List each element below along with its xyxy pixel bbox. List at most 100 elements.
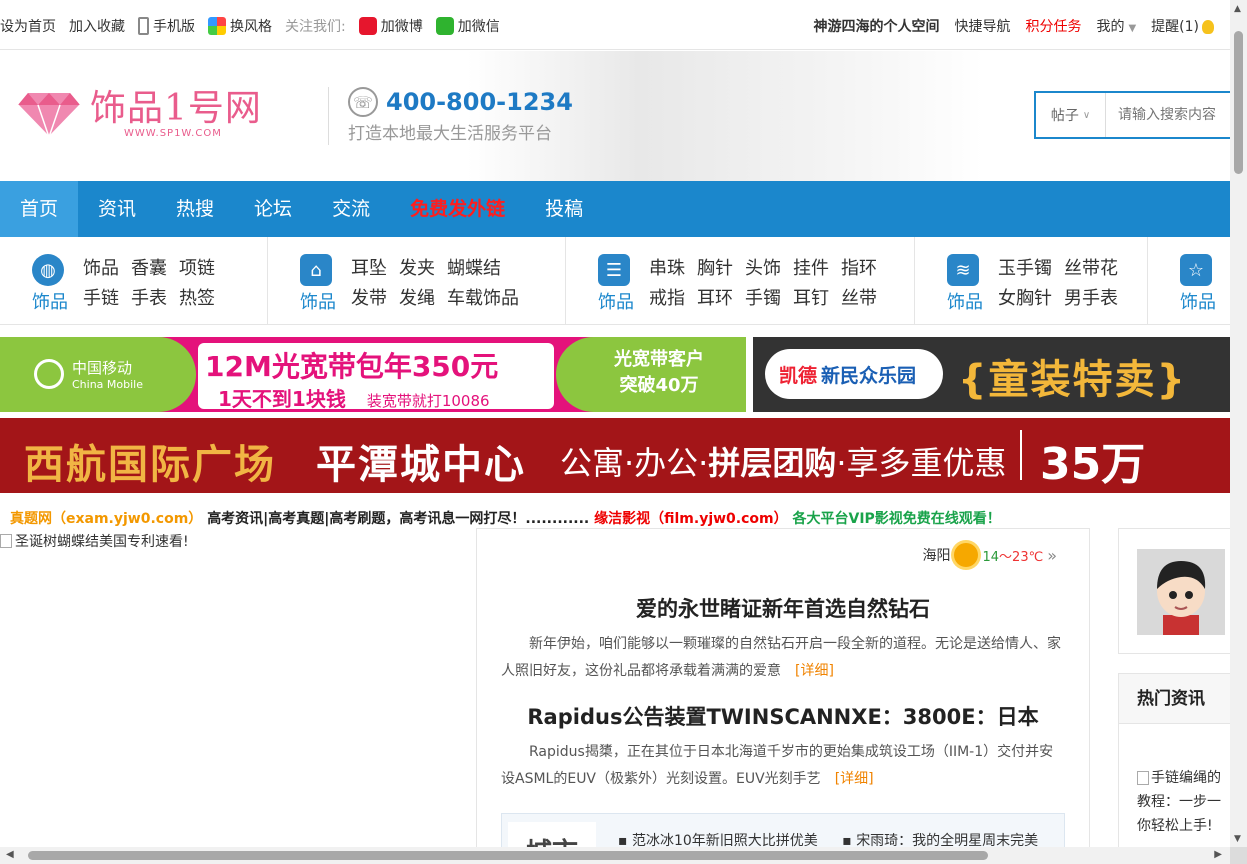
kids-wear-banner[interactable]: 凯德 新民众乐园 {童装特卖} bbox=[753, 337, 1230, 412]
vertical-scroll-thumb[interactable] bbox=[1234, 31, 1243, 174]
mobile-version-link[interactable]: 手机版 bbox=[138, 16, 195, 36]
remind-label: 提醒(1) bbox=[1151, 19, 1199, 35]
category-link[interactable]: 香囊 bbox=[131, 254, 167, 280]
category-link[interactable]: 男手表 bbox=[1064, 284, 1118, 310]
site-logo[interactable]: 饰品1号网 WWW.SP1W.COM bbox=[16, 89, 262, 139]
change-skin-label: 换风格 bbox=[230, 19, 272, 35]
category-link[interactable]: 女胸针 bbox=[998, 284, 1052, 310]
ticker-site1[interactable]: 真题网（exam.yjw0.com） bbox=[10, 511, 202, 527]
article-more-link[interactable]: [详细] bbox=[795, 663, 834, 679]
kids-wear-title: {童装特卖} bbox=[958, 357, 1187, 403]
search-input[interactable] bbox=[1106, 93, 1230, 137]
nav-item-home[interactable]: 首页 bbox=[0, 181, 79, 237]
article-title[interactable]: Rapidus公告装置TWINSCANNXE：3800E：日本 bbox=[501, 701, 1065, 731]
category-link[interactable]: 手表 bbox=[131, 284, 167, 310]
change-skin-link[interactable]: 换风格 bbox=[208, 16, 272, 36]
weibo-icon bbox=[358, 17, 377, 35]
scrollbar-corner bbox=[1230, 847, 1247, 864]
category-label[interactable]: 饰品 bbox=[598, 288, 634, 314]
wechat-link[interactable]: 加微信 bbox=[435, 16, 500, 36]
category-link[interactable]: 挂件 bbox=[793, 254, 829, 280]
add-favorite-link[interactable]: 加入收藏 bbox=[69, 16, 125, 36]
article-summary: Rapidus揭橥，正在其位于日本北海道千岁市的更始集成筑设工场（IIM-1）交… bbox=[501, 739, 1065, 793]
category-label[interactable]: 饰品 bbox=[1180, 288, 1216, 314]
category-label[interactable]: 饰品 bbox=[947, 288, 983, 314]
category-link[interactable]: 耳坠 bbox=[351, 254, 387, 280]
vertical-scrollbar[interactable]: ▲ ▼ bbox=[1230, 0, 1247, 864]
wechat-label: 加微信 bbox=[457, 19, 500, 35]
quick-nav-link[interactable]: 快捷导航 bbox=[954, 16, 1010, 36]
category-link[interactable]: 项链 bbox=[179, 254, 215, 280]
nav-item-submit[interactable]: 投稿 bbox=[525, 181, 603, 237]
horizontal-scroll-thumb[interactable] bbox=[28, 851, 988, 860]
banner3-price: 35万 bbox=[1040, 439, 1146, 490]
wechat-icon bbox=[435, 17, 454, 35]
category-row: 女胸针 男手表 bbox=[998, 284, 1130, 310]
search-type-select[interactable]: 帖子 ∨ bbox=[1036, 93, 1106, 137]
globe-icon: ◍ bbox=[32, 254, 64, 286]
site-slogan: 打造本地最大生活服务平台 bbox=[348, 124, 552, 144]
set-home-link[interactable]: 设为首页 bbox=[0, 16, 56, 36]
category-link[interactable]: 胸针 bbox=[697, 254, 733, 280]
search-box: 帖子 ∨ bbox=[1034, 91, 1230, 139]
category-link[interactable]: 发带 bbox=[351, 284, 387, 310]
weibo-link[interactable]: 加微博 bbox=[358, 16, 423, 36]
category-link[interactable]: 耳钉 bbox=[793, 284, 829, 310]
article-summary-text: 新年伊始，咱们能够以一颗璀璨的自然钻石开启一段全新的道程。无论是送给情人、家人照… bbox=[501, 636, 1061, 679]
category-link[interactable]: 丝带花 bbox=[1064, 254, 1118, 280]
category-link[interactable]: 饰品 bbox=[83, 254, 119, 280]
horizontal-scrollbar[interactable]: ◀ ▶ bbox=[0, 847, 1230, 864]
category-link[interactable]: 耳环 bbox=[697, 284, 733, 310]
weather-low: 14 bbox=[982, 549, 1000, 565]
scroll-left-arrow-icon[interactable]: ◀ bbox=[6, 849, 14, 860]
category-link[interactable]: 发绳 bbox=[399, 284, 435, 310]
category-link[interactable]: 车载饰品 bbox=[447, 284, 519, 310]
points-task-link[interactable]: 积分任务 bbox=[1025, 16, 1081, 36]
nav-item-exchange[interactable]: 交流 bbox=[312, 181, 390, 237]
article-title[interactable]: 爱的永世睹证新年首选自然钻石 bbox=[501, 593, 1065, 623]
category-link[interactable]: 头饰 bbox=[745, 254, 781, 280]
hot-news-item[interactable]: 手链编绳的 教程：一步一 你轻松上手! bbox=[1137, 766, 1231, 838]
ticker-text2[interactable]: 各大平台VIP影视免费在线观看！ bbox=[793, 511, 1001, 527]
banner-right-line1: 光宽带客户 bbox=[614, 349, 704, 370]
nav-item-hot-search[interactable]: 热搜 bbox=[156, 181, 234, 237]
category-link[interactable]: 指环 bbox=[841, 254, 877, 280]
weather-widget[interactable]: 海阳 14～23℃ » bbox=[922, 543, 1057, 567]
article-more-link[interactable]: [详细] bbox=[835, 771, 874, 787]
category-link[interactable]: 蝴蝶结 bbox=[447, 254, 501, 280]
nav-item-free-links[interactable]: 免费发外链 bbox=[390, 181, 525, 237]
category-link[interactable]: 串珠 bbox=[649, 254, 685, 280]
category-link[interactable]: 发夹 bbox=[399, 254, 435, 280]
category-label[interactable]: 饰品 bbox=[300, 288, 336, 314]
ticker-site2[interactable]: 缘洁影视（film.yjw0.com） bbox=[594, 511, 788, 527]
real-estate-banner[interactable]: 西航国际广场 平潭城中心 公寓·办公·拼层团购·享多重优惠 35万 bbox=[0, 418, 1230, 493]
hot-news-line2: 教程：一步一 bbox=[1137, 794, 1221, 810]
broken-image[interactable]: 圣诞树蝴蝶结美国专利速看! bbox=[0, 531, 189, 551]
double-chevron-right-icon[interactable]: » bbox=[1047, 546, 1057, 565]
broken-image-icon bbox=[0, 534, 12, 548]
category-link[interactable]: 热签 bbox=[179, 284, 215, 310]
nav-item-forum[interactable]: 论坛 bbox=[234, 181, 312, 237]
banner3-part3c: ·享多重优惠 bbox=[836, 444, 1007, 482]
china-mobile-brand-text: 中国移动 China Mobile bbox=[72, 357, 143, 391]
ticker-text1[interactable]: 高考资讯|高考真题|高考刷题，高考讯息一网打尽！............ bbox=[207, 511, 589, 527]
remind-link[interactable]: 提醒(1) bbox=[1151, 16, 1214, 36]
banner3-part2: 平潭城中心 bbox=[316, 442, 526, 488]
nav-item-news[interactable]: 资讯 bbox=[78, 181, 156, 237]
scroll-right-arrow-icon[interactable]: ▶ bbox=[1214, 849, 1222, 860]
my-menu[interactable]: 我的 ▼ bbox=[1096, 16, 1136, 36]
user-space-link[interactable]: 神游四海的个人空间 bbox=[813, 16, 939, 36]
category-link[interactable]: 手镯 bbox=[745, 284, 781, 310]
scroll-down-arrow-icon[interactable]: ▼ bbox=[1234, 834, 1241, 844]
category-link[interactable]: 戒指 bbox=[649, 284, 685, 310]
category-link[interactable]: 玉手镯 bbox=[998, 254, 1052, 280]
avatar[interactable] bbox=[1137, 549, 1225, 635]
main-nav: 首页 资讯 热搜 论坛 交流 免费发外链 投稿 bbox=[0, 181, 1230, 237]
banner3-part3b: 拼层团购 bbox=[708, 444, 837, 482]
category-link[interactable]: 丝带 bbox=[841, 284, 877, 310]
scroll-up-arrow-icon[interactable]: ▲ bbox=[1234, 4, 1241, 14]
banner3-divider bbox=[1020, 430, 1022, 480]
category-link[interactable]: 手链 bbox=[83, 284, 119, 310]
china-mobile-banner[interactable]: 中国移动 China Mobile 12M光宽带包年350元 1天不到1块钱 装… bbox=[0, 337, 746, 412]
category-label[interactable]: 饰品 bbox=[32, 288, 68, 314]
